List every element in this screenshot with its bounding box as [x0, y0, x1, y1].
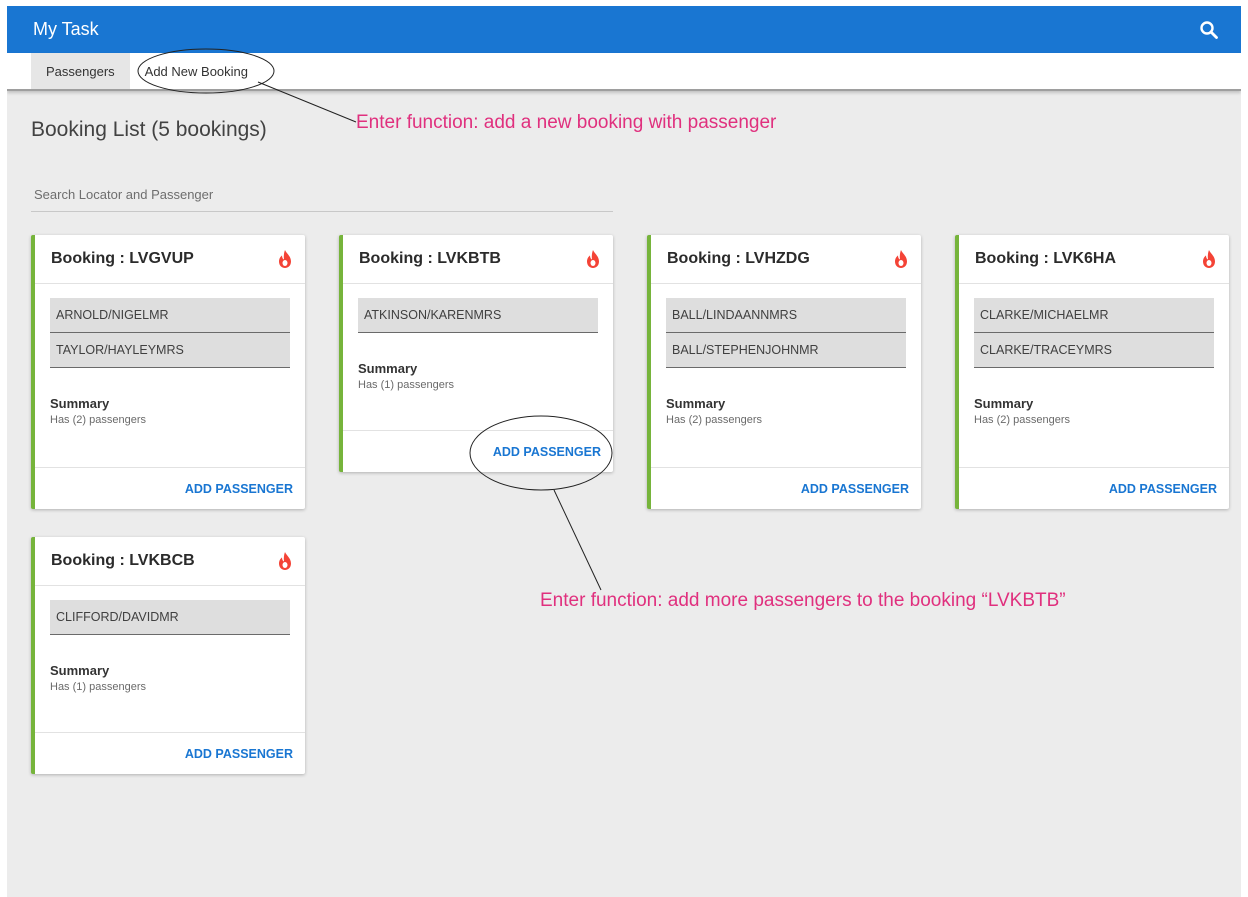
- summary-text: Has (1) passengers: [358, 379, 454, 391]
- search-icon[interactable]: [1197, 18, 1221, 42]
- summary-label: Summary: [50, 663, 110, 678]
- add-passenger-button[interactable]: ADD PASSENGER: [185, 747, 293, 761]
- booking-title: Booking : LVKBCB: [51, 552, 195, 569]
- card-header: Booking : LVGVUP: [35, 235, 305, 284]
- booking-title: Booking : LVK6HA: [975, 250, 1117, 267]
- app-bar: My Task: [7, 6, 1241, 53]
- summary-text: Has (2) passengers: [50, 414, 146, 426]
- summary-label: Summary: [358, 361, 418, 376]
- card-body: CLIFFORD/DAVIDMR Summary Has (1) passeng…: [35, 586, 305, 732]
- card-header: Booking : LVKBTB: [343, 235, 613, 284]
- card-footer: ADD PASSENGER: [35, 467, 305, 509]
- summary-label: Summary: [974, 396, 1034, 411]
- passenger-item[interactable]: CLIFFORD/DAVIDMR: [50, 600, 290, 635]
- booking-title: Booking : LVHZDG: [667, 250, 810, 267]
- summary-text: Has (2) passengers: [974, 414, 1070, 426]
- annotation-note: Enter function: add a new booking with p…: [356, 112, 777, 133]
- tab-passengers[interactable]: Passengers: [31, 53, 130, 89]
- passenger-item[interactable]: CLARKE/MICHAELMR: [974, 298, 1214, 333]
- add-passenger-button[interactable]: ADD PASSENGER: [185, 482, 293, 496]
- add-passenger-button[interactable]: ADD PASSENGER: [493, 445, 601, 459]
- card-body: ARNOLD/NIGELMR TAYLOR/HAYLEYMRS Summary …: [35, 284, 305, 467]
- booking-card: Booking : LVGVUP ARNOLD/NIGELMR TAYLOR/H…: [31, 235, 305, 509]
- summary-label: Summary: [50, 396, 110, 411]
- passenger-item[interactable]: ARNOLD/NIGELMR: [50, 298, 290, 333]
- tab-add-new-booking[interactable]: Add New Booking: [130, 53, 263, 89]
- passenger-item[interactable]: TAYLOR/HAYLEYMRS: [50, 333, 290, 368]
- card-header: Booking : LVK6HA: [959, 235, 1229, 284]
- fire-icon: [895, 250, 907, 268]
- card-footer: ADD PASSENGER: [35, 732, 305, 774]
- passenger-item[interactable]: BALL/STEPHENJOHNMR: [666, 333, 906, 368]
- passenger-item[interactable]: CLARKE/TRACEYMRS: [974, 333, 1214, 368]
- card-body: BALL/LINDAANNMRS BALL/STEPHENJOHNMR Summ…: [651, 284, 921, 467]
- card-footer: ADD PASSENGER: [651, 467, 921, 509]
- fire-icon: [279, 250, 291, 268]
- search-input[interactable]: [31, 178, 613, 212]
- summary-text: Has (2) passengers: [666, 414, 762, 426]
- booking-title: Booking : LVKBTB: [359, 250, 501, 267]
- passenger-item[interactable]: ATKINSON/KARENMRS: [358, 298, 598, 333]
- card-header: Booking : LVKBCB: [35, 537, 305, 586]
- summary-text: Has (1) passengers: [50, 681, 146, 693]
- booking-card: Booking : LVK6HA CLARKE/MICHAELMR CLARKE…: [955, 235, 1229, 509]
- fire-icon: [587, 250, 599, 268]
- annotation-note: Enter function: add more passengers to t…: [540, 590, 1066, 611]
- add-passenger-button[interactable]: ADD PASSENGER: [801, 482, 909, 496]
- card-body: ATKINSON/KARENMRS Summary Has (1) passen…: [343, 284, 613, 430]
- booking-card: Booking : LVKBTB ATKINSON/KARENMRS Summa…: [339, 235, 613, 472]
- summary-label: Summary: [666, 396, 726, 411]
- card-body: CLARKE/MICHAELMR CLARKE/TRACEYMRS Summar…: [959, 284, 1229, 467]
- add-passenger-button[interactable]: ADD PASSENGER: [1109, 482, 1217, 496]
- fire-icon: [279, 552, 291, 570]
- page-title: Booking List (5 bookings): [31, 118, 267, 141]
- booking-card: Booking : LVHZDG BALL/LINDAANNMRS BALL/S…: [647, 235, 921, 509]
- card-header: Booking : LVHZDG: [651, 235, 921, 284]
- passenger-item[interactable]: BALL/LINDAANNMRS: [666, 298, 906, 333]
- card-footer: ADD PASSENGER: [343, 430, 613, 472]
- card-footer: ADD PASSENGER: [959, 467, 1229, 509]
- fire-icon: [1203, 250, 1215, 268]
- nav-bar: Passengers Add New Booking: [7, 53, 1241, 91]
- app-window: My Task Passengers Add New Booking Booki…: [7, 6, 1241, 897]
- booking-title: Booking : LVGVUP: [51, 250, 194, 267]
- app-title: My Task: [33, 19, 99, 39]
- booking-card: Booking : LVKBCB CLIFFORD/DAVIDMR Summar…: [31, 537, 305, 774]
